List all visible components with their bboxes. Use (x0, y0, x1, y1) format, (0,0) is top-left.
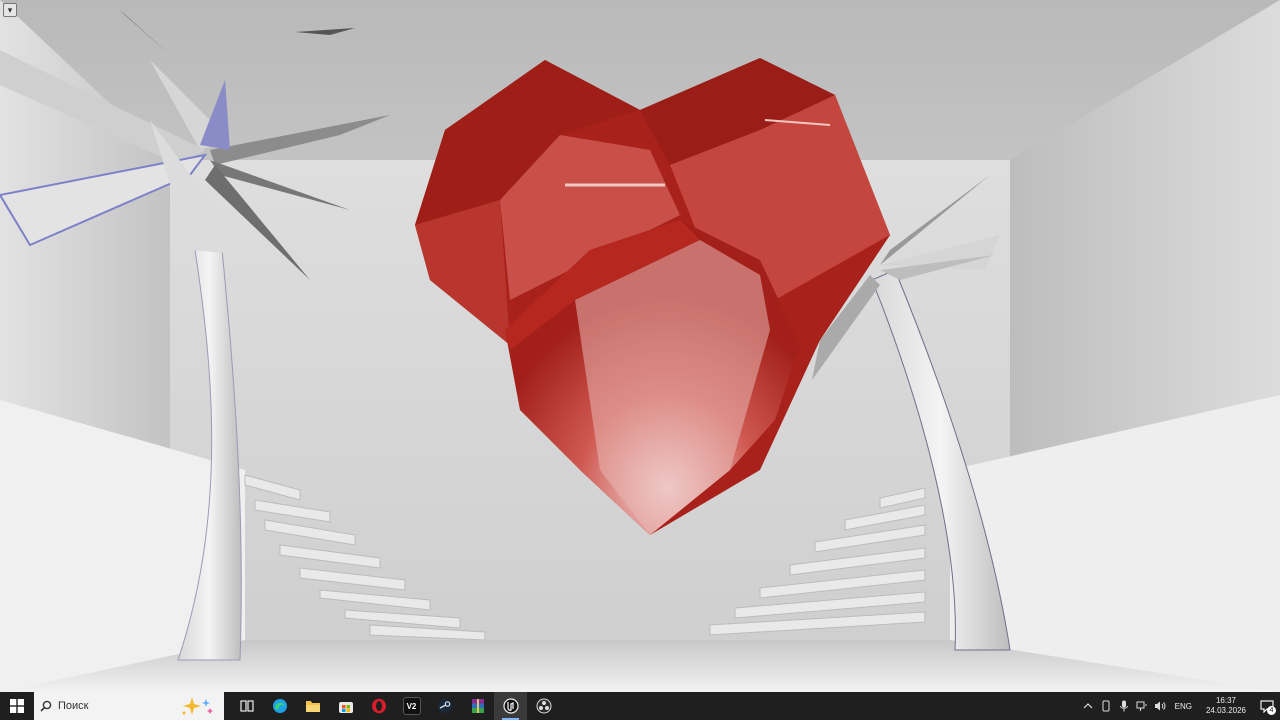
notification-count-badge: 4 (1267, 706, 1276, 715)
search-placeholder: Поиск (58, 700, 89, 712)
taskbar-app-edge[interactable] (263, 692, 296, 720)
taskbar-search-box[interactable]: Поиск (34, 692, 224, 720)
game-viewport[interactable] (0, 0, 1280, 692)
edge-icon (272, 699, 287, 713)
chevron-up-icon (1083, 703, 1093, 709)
search-icon (40, 700, 52, 712)
taskbar-app-store[interactable] (329, 692, 362, 720)
clock[interactable]: 16:37 24.03.2026 (1198, 696, 1254, 716)
clock-time: 16:37 (1215, 696, 1237, 705)
clock-date: 24.03.2026 (1205, 706, 1247, 715)
unreal-engine-icon (502, 698, 519, 714)
steam-icon (437, 699, 452, 713)
store-icon (338, 702, 353, 713)
taskbar-app-file-explorer[interactable] (296, 692, 329, 720)
device-icon (1102, 700, 1110, 712)
taskbar-app-steam[interactable] (428, 692, 461, 720)
show-hidden-icons-button[interactable] (1079, 692, 1097, 720)
volume-button[interactable] (1151, 692, 1169, 720)
overlay-toggle-button[interactable]: ▾ (3, 3, 17, 17)
taskbar-app-opera[interactable] (362, 692, 395, 720)
taskbar-app-unreal-engine[interactable] (494, 692, 527, 720)
microphone-icon (1119, 700, 1128, 712)
input-language-indicator[interactable]: ENG (1169, 702, 1198, 711)
opera-icon (371, 698, 386, 714)
speaker-icon (1154, 701, 1166, 711)
folder-icon (305, 701, 320, 712)
taskbar: Поиск V2 ENG 16:37 24.03.2026 4 (0, 692, 1280, 720)
tray-device-icon-button[interactable] (1097, 692, 1115, 720)
chevron-down-icon: ▾ (7, 4, 13, 15)
network-button[interactable] (1133, 692, 1151, 720)
taskbar-app-v2[interactable]: V2 (395, 692, 428, 720)
task-view-icon (239, 700, 254, 712)
microphone-button[interactable] (1115, 692, 1133, 720)
system-tray: ENG 16:37 24.03.2026 4 (1079, 692, 1280, 720)
task-view-button[interactable] (230, 692, 263, 720)
v2-app-icon: V2 (402, 697, 421, 715)
windows-logo-icon (10, 699, 24, 713)
network-icon (1136, 701, 1147, 711)
winrar-icon (471, 699, 484, 713)
start-button[interactable] (0, 692, 34, 720)
notification-center-button[interactable]: 4 (1254, 692, 1280, 720)
taskbar-app-obs[interactable] (527, 692, 560, 720)
sparkle-highlight-icon (182, 697, 213, 715)
taskbar-app-winrar[interactable] (461, 692, 494, 720)
obs-icon (536, 698, 551, 714)
